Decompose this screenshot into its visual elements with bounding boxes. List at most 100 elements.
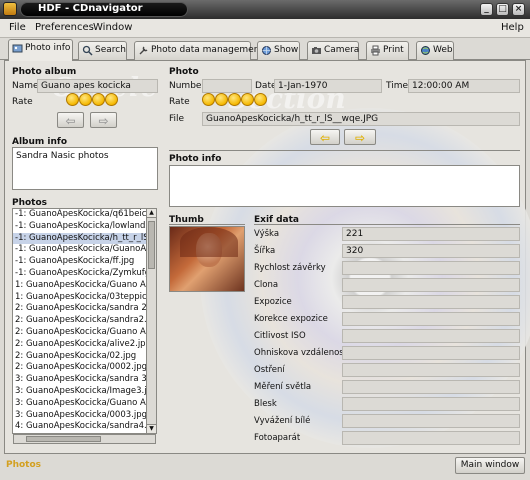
tab-web[interactable]: Web: [416, 41, 454, 60]
exif-label: Rychlost závěrky: [254, 263, 326, 273]
list-item[interactable]: 1: GuanoApesKocicka/Guano Ape: [13, 280, 156, 292]
maximize-button[interactable]: □: [496, 3, 509, 16]
menu-file[interactable]: File: [9, 22, 26, 33]
album-info-text[interactable]: Sandra Nasic photos: [12, 147, 158, 190]
photo-file-field[interactable]: GuanoApesKocicka/h_tt_r_lS__wqe.JPG: [202, 112, 520, 126]
list-item[interactable]: 3: GuanoApesKocicka/Image3.jpg: [13, 386, 156, 398]
photo-rating[interactable]: [202, 93, 267, 106]
window-title: HDF - CDnavigator: [38, 3, 143, 14]
tab-label: Print: [383, 45, 404, 55]
album-rating[interactable]: [66, 93, 118, 106]
tab-camera[interactable]: Camera: [307, 41, 359, 60]
smiley-icon: [241, 93, 254, 106]
list-item[interactable]: 3: GuanoApesKocicka/sandra 3.jp: [13, 374, 156, 386]
arrow-left-icon: ⇦: [319, 131, 331, 145]
exif-value[interactable]: [342, 312, 520, 326]
list-item-selected[interactable]: -1: GuanoApesKocicka/h_tt_r_lS_: [13, 232, 156, 245]
divider: [169, 224, 245, 225]
divider: [254, 224, 520, 225]
main-window-button[interactable]: Main window: [455, 457, 525, 474]
exif-value[interactable]: [342, 414, 520, 428]
tab-photo-data-management[interactable]: Photo data management: [134, 41, 263, 60]
arrow-right-icon: ⇨: [98, 114, 109, 128]
list-item[interactable]: 2: GuanoApesKocicka/02.jpg: [13, 351, 156, 363]
exif-value[interactable]: [342, 346, 520, 360]
globe-icon: [262, 46, 271, 55]
scroll-thumb[interactable]: [148, 221, 155, 269]
tab-label: Photo data management: [151, 45, 263, 55]
smiley-icon: [228, 93, 241, 106]
album-name-label: Name: [12, 81, 39, 91]
photo-time-field[interactable]: 12:00:00 AM: [408, 79, 520, 93]
list-item[interactable]: 2: GuanoApesKocicka/alive2.jpg: [13, 339, 156, 351]
tab-photo-info[interactable]: Photo info: [8, 39, 73, 61]
list-item[interactable]: -1: GuanoApesKocicka/lowlands_: [13, 221, 156, 233]
exif-value[interactable]: [342, 295, 520, 309]
exif-value[interactable]: [342, 397, 520, 411]
album-name-field[interactable]: Guano apes kocicka: [37, 79, 158, 93]
exif-label: Šířka: [254, 246, 276, 256]
smiley-icon: [254, 93, 267, 106]
exif-label: Korekce expozice: [254, 314, 328, 324]
list-item[interactable]: -1: GuanoApesKocicka/q61beickU: [13, 209, 156, 221]
exif-value[interactable]: [342, 329, 520, 343]
photos-list[interactable]: -1: GuanoApesKocicka/q61beickU -1: Guano…: [12, 208, 157, 434]
app-icon[interactable]: [3, 2, 17, 16]
photo-info-title: Photo info: [169, 154, 222, 164]
smiley-icon: [105, 93, 118, 106]
photo-thumbnail[interactable]: [169, 226, 245, 292]
list-item[interactable]: -1: GuanoApesKocicka/Zymkufgm: [13, 268, 156, 280]
list-item[interactable]: 2: GuanoApesKocicka/sandra2.jpg: [13, 315, 156, 327]
menu-preferences[interactable]: Preferences: [35, 22, 94, 33]
list-item[interactable]: 2: GuanoApesKocicka/Guano Ape: [13, 327, 156, 339]
exif-value[interactable]: [342, 363, 520, 377]
scroll-down-icon[interactable]: ▼: [147, 424, 156, 433]
list-item[interactable]: 2: GuanoApesKocicka/0002.jpg: [13, 362, 156, 374]
photo-number-field[interactable]: [202, 79, 252, 93]
photos-vertical-scrollbar[interactable]: ▲ ▼: [146, 209, 156, 433]
smiley-icon: [202, 93, 215, 106]
tab-print[interactable]: Print: [366, 41, 409, 60]
photo-next-button[interactable]: ⇨: [344, 129, 376, 145]
photos-horizontal-scrollbar[interactable]: [13, 434, 156, 444]
exif-value[interactable]: [342, 278, 520, 292]
exif-label: Blesk: [254, 399, 277, 409]
exif-label: Ostření: [254, 365, 285, 375]
tab-label: Photo info: [25, 43, 71, 53]
tab-search[interactable]: Search: [78, 41, 127, 60]
album-prev-button[interactable]: ⇦: [57, 112, 84, 128]
exif-value[interactable]: [342, 431, 520, 445]
tab-label: Search: [95, 45, 126, 55]
scroll-thumb[interactable]: [26, 436, 101, 442]
photo-date-field[interactable]: 1-Jan-1970: [274, 79, 382, 93]
list-item[interactable]: 3: GuanoApesKocicka/0003.jpg: [13, 410, 156, 422]
list-item[interactable]: 2: GuanoApesKocicka/sandra 2.jp: [13, 303, 156, 315]
minimize-button[interactable]: _: [480, 3, 493, 16]
photo-info-text[interactable]: [169, 165, 520, 207]
exif-value[interactable]: [342, 380, 520, 394]
web-icon: [421, 46, 430, 55]
scroll-up-icon[interactable]: ▲: [147, 209, 156, 218]
list-item[interactable]: 3: GuanoApesKocicka/Guano Ape: [13, 398, 156, 410]
photo-file-label: File: [169, 114, 185, 124]
list-item[interactable]: -1: GuanoApesKocicka/GuanoApe: [13, 244, 156, 256]
exif-value[interactable]: 221: [342, 227, 520, 241]
smiley-icon: [79, 93, 92, 106]
exif-label: Clona: [254, 280, 279, 290]
list-item[interactable]: 1: GuanoApesKocicka/03teppich_: [13, 292, 156, 304]
photo-prev-button[interactable]: ⇦: [310, 129, 340, 145]
album-rate-label: Rate: [12, 97, 33, 107]
close-button[interactable]: ×: [512, 3, 525, 16]
photo-album-title: Photo album: [12, 67, 77, 77]
menu-help[interactable]: Help: [501, 22, 524, 33]
photo-time-label: Time: [386, 81, 409, 91]
list-item[interactable]: 4: GuanoApesKocicka/sandra4.jpe: [13, 421, 156, 433]
menu-window[interactable]: Window: [93, 22, 132, 33]
exif-label: Ohniskova vzdálenost: [254, 348, 348, 358]
smiley-icon: [66, 93, 79, 106]
tab-show[interactable]: Show: [257, 41, 300, 60]
list-item[interactable]: -1: GuanoApesKocicka/ff.jpg: [13, 256, 156, 268]
exif-value[interactable]: 320: [342, 244, 520, 258]
album-next-button[interactable]: ⇨: [90, 112, 117, 128]
exif-value[interactable]: [342, 261, 520, 275]
